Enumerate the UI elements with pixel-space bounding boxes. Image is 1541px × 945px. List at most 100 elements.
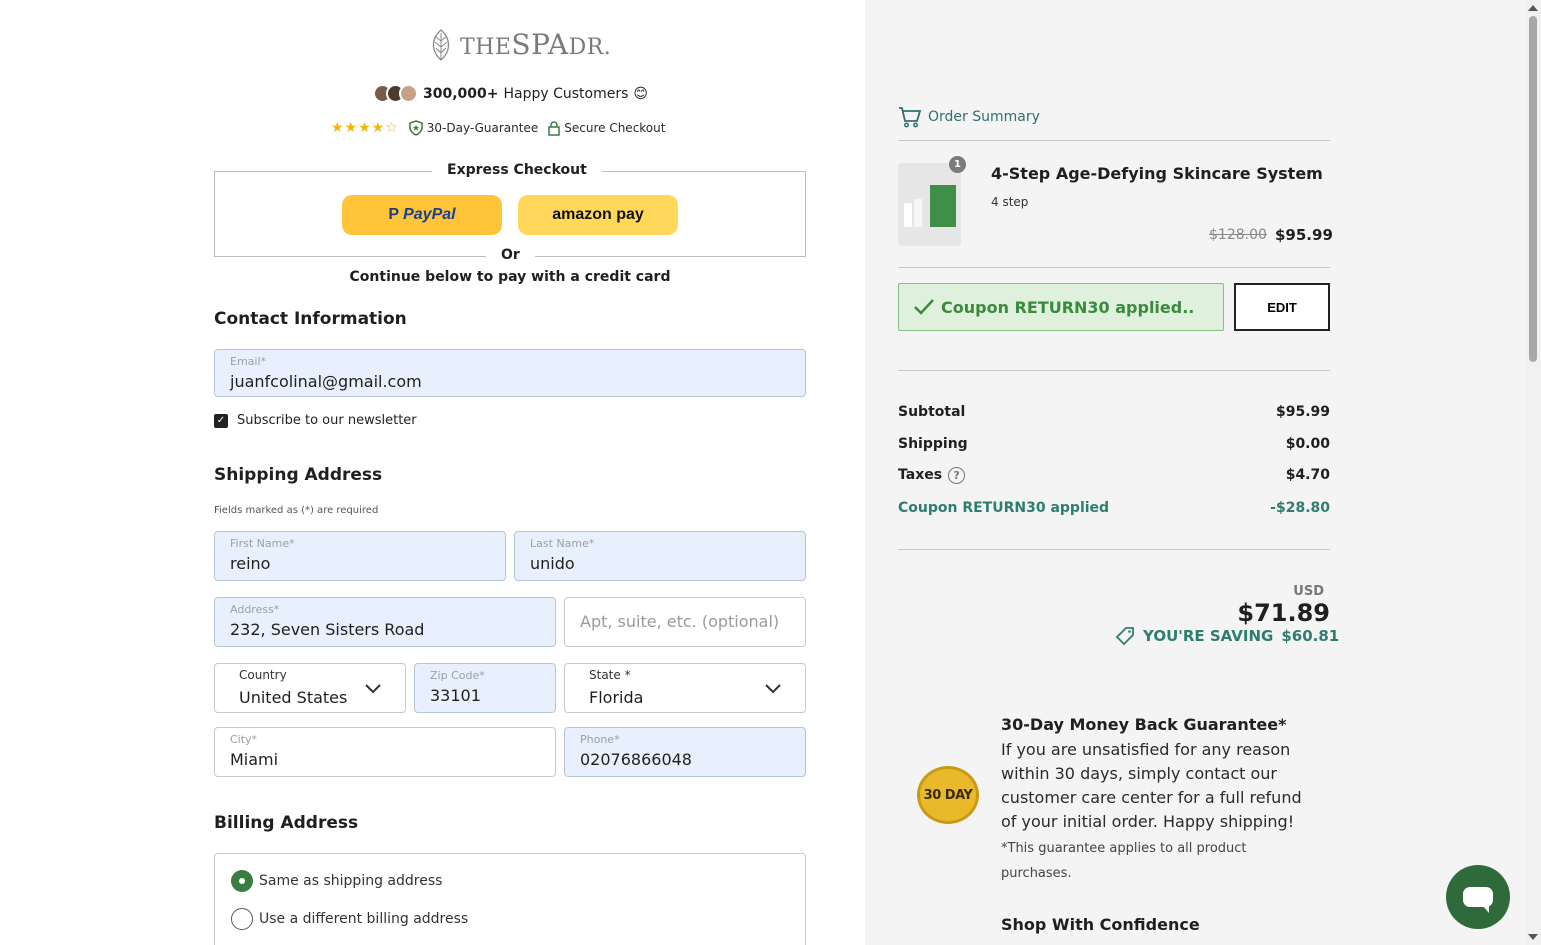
- billing-options: Same as shipping address Use a different…: [214, 853, 806, 945]
- chevron-down-icon: [765, 684, 781, 694]
- total-currency: USD: [1293, 584, 1324, 599]
- customers-label: Happy Customers: [503, 85, 629, 102]
- first-name-value: reino: [230, 554, 271, 573]
- country-select[interactable]: Country United States: [214, 663, 406, 713]
- or-divider: Or: [486, 247, 535, 263]
- chat-button[interactable]: [1446, 865, 1510, 929]
- subtotal-label: Subtotal: [898, 404, 966, 420]
- address-field[interactable]: Address* 232, Seven Sisters Road: [214, 597, 556, 647]
- coupon-applied-text: Coupon RETURN30 applied..: [941, 297, 1195, 317]
- state-label: State *: [589, 668, 631, 682]
- amazon-pay-label: amazon pay: [552, 206, 644, 223]
- checkout-page: THESPADR. 300,000+ Happy Customers 😊 ★★★…: [0, 0, 1541, 945]
- newsletter-checkbox[interactable]: ✓: [214, 414, 228, 428]
- divider: [898, 267, 1330, 268]
- contact-information-title: Contact Information: [214, 309, 407, 329]
- avatar: [399, 84, 418, 103]
- scroll-down-icon[interactable]: [1528, 934, 1538, 940]
- saving-label: YOU'RE SAVING: [1143, 627, 1274, 645]
- scroll-up-icon[interactable]: [1528, 5, 1538, 11]
- email-field[interactable]: Email* juanfcolinal@gmail.com: [214, 349, 806, 397]
- order-summary-header[interactable]: Order Summary: [898, 106, 1040, 128]
- quantity-badge: 1: [949, 156, 966, 173]
- guarantee-badge: 30-Day-Guarantee: [409, 120, 538, 136]
- divider: [898, 140, 1330, 141]
- same-address-radio[interactable]: [231, 870, 253, 892]
- 30-day-badge-icon: 30 DAY: [917, 766, 979, 824]
- required-fields-note: Fields marked as (*) are required: [214, 505, 379, 516]
- saving-value: $60.81: [1281, 627, 1340, 645]
- scrollbar-thumb[interactable]: [1529, 16, 1537, 362]
- state-select[interactable]: State * Florida: [564, 663, 806, 713]
- coupon-row: Coupon RETURN30 applied -$28.80: [898, 500, 1330, 516]
- edit-coupon-button[interactable]: EDIT: [1234, 283, 1330, 331]
- divider: [898, 370, 1330, 371]
- chat-icon: [1463, 887, 1493, 913]
- guarantee-title: 30-Day Money Back Guarantee*: [1001, 715, 1287, 734]
- apt-suite-field[interactable]: Apt, suite, etc. (optional): [564, 597, 806, 647]
- different-address-radio[interactable]: [231, 908, 253, 930]
- product-image-part: [930, 185, 956, 227]
- phone-field[interactable]: Phone* 02076866048: [564, 727, 806, 777]
- guarantee-note: *This guarantee applies to all product p…: [1001, 841, 1247, 881]
- trust-badges: ★★★★☆ 30-Day-Guarantee Secure Checkout: [331, 120, 665, 136]
- country-value: United States: [239, 688, 348, 707]
- checkmark-icon: [914, 299, 934, 315]
- paypal-icon: P: [388, 206, 400, 223]
- different-address-label[interactable]: Use a different billing address: [259, 911, 468, 927]
- customers-count: 300,000+: [423, 85, 499, 102]
- continue-credit-card-text: Continue below to pay with a credit card: [349, 269, 671, 285]
- smile-emoji-icon: 😊: [633, 85, 649, 102]
- taxes-label-wrap: Taxes?: [898, 467, 966, 484]
- secure-label: Secure Checkout: [564, 121, 666, 135]
- amazon-pay-button[interactable]: amazon pay: [518, 195, 678, 235]
- brand-logo[interactable]: THESPADR.: [428, 28, 611, 61]
- product-price: $95.99: [1275, 226, 1333, 244]
- email-label: Email*: [230, 355, 267, 368]
- city-field[interactable]: City* Miami: [214, 727, 556, 777]
- product-thumbnail: [898, 163, 961, 246]
- guarantee-body: If you are unsatisfied for any reason wi…: [1001, 740, 1302, 831]
- taxes-label: Taxes: [898, 467, 943, 483]
- secure-badge: Secure Checkout: [548, 120, 666, 136]
- taxes-row: Taxes? $4.70: [898, 467, 1330, 484]
- cart-icon: [899, 107, 922, 128]
- product-image-part: [904, 203, 912, 227]
- total-value: $71.89: [1237, 599, 1330, 627]
- state-value: Florida: [589, 688, 644, 707]
- coupon-value: -$28.80: [1270, 500, 1330, 516]
- city-value: Miami: [230, 750, 279, 769]
- shield-icon: [409, 120, 423, 136]
- email-value: juanfcolinal@gmail.com: [230, 372, 422, 391]
- express-checkout-title: Express Checkout: [432, 162, 602, 178]
- first-name-field[interactable]: First Name* reino: [214, 531, 506, 581]
- shipping-label: Shipping: [898, 436, 968, 452]
- product-image-part: [914, 199, 922, 227]
- phone-value: 02076866048: [580, 750, 692, 769]
- apt-suite-placeholder: Apt, suite, etc. (optional): [580, 612, 780, 631]
- order-total: USD $71.89: [1200, 580, 1330, 627]
- paypal-button[interactable]: P PayPal: [342, 195, 502, 235]
- coupon-label: Coupon RETURN30 applied: [898, 500, 1110, 516]
- phone-label: Phone*: [580, 733, 620, 746]
- shipping-value: $0.00: [1285, 436, 1330, 452]
- subtotal-row: Subtotal $95.99: [898, 404, 1330, 420]
- address-label: Address*: [230, 603, 280, 616]
- subtotal-value: $95.99: [1275, 404, 1330, 420]
- zip-code-label: Zip Code*: [430, 669, 485, 682]
- help-icon[interactable]: ?: [948, 467, 966, 484]
- checkout-form-column: THESPADR. 300,000+ Happy Customers 😊 ★★★…: [0, 0, 865, 945]
- shipping-address-title: Shipping Address: [214, 465, 383, 485]
- badge-text: 30 DAY: [923, 787, 973, 803]
- country-label: Country: [239, 668, 287, 682]
- last-name-field[interactable]: Last Name* unido: [514, 531, 806, 581]
- taxes-value: $4.70: [1285, 467, 1330, 483]
- same-address-label[interactable]: Same as shipping address: [259, 873, 442, 889]
- product-original-price: $128.00: [1209, 227, 1267, 243]
- zip-code-field[interactable]: Zip Code* 33101: [414, 663, 556, 713]
- page-scrollbar[interactable]: [1525, 0, 1541, 945]
- newsletter-label: Subscribe to our newsletter: [237, 413, 417, 428]
- product-name: 4-Step Age-Defying Skincare System: [991, 164, 1323, 183]
- paypal-label: PayPal: [403, 206, 456, 223]
- tag-icon: [1115, 627, 1134, 646]
